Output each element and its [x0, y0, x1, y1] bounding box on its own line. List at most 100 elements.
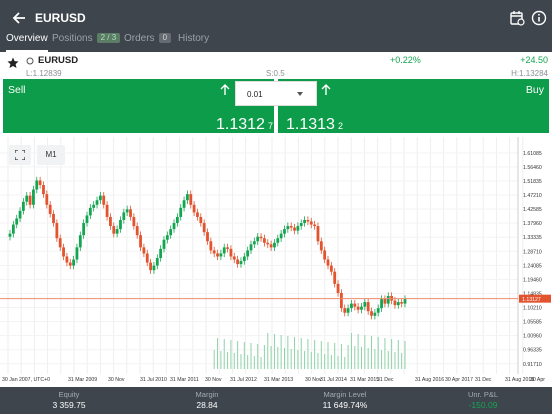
quantity-value: 0.01	[247, 90, 263, 99]
volume-bar	[310, 352, 312, 369]
x-tick-label: 31 Jul 2012	[230, 377, 257, 383]
candle	[400, 302, 404, 304]
candle	[196, 212, 199, 217]
margin-level-item: Margin Level 11 649.74%	[322, 390, 368, 410]
y-tick-label: 1.37960	[523, 221, 542, 227]
candle	[242, 256, 246, 262]
fullscreen-button[interactable]	[9, 145, 31, 165]
candle	[279, 233, 283, 239]
candle	[8, 233, 12, 237]
volume-bar	[317, 353, 319, 369]
candle	[376, 308, 380, 313]
candle	[319, 241, 323, 251]
volume-bar	[404, 341, 406, 369]
candle	[32, 189, 35, 205]
candle	[55, 223, 59, 239]
chevron-down-icon	[297, 92, 303, 96]
y-tick-label: 0.96335	[523, 348, 542, 354]
candle	[25, 195, 29, 202]
price-chart[interactable]: 1.61085 1.56460 1.51835 1.47210 1.42585 1.379…	[0, 137, 552, 387]
buy-arrow-icon	[321, 84, 331, 95]
candle	[309, 221, 313, 225]
calendar-icon[interactable]	[509, 10, 525, 26]
symbol-info-row: EURUSD +0.22% +24.50 L:1.12839 S:0.5 H:1…	[0, 52, 552, 79]
tab-history[interactable]: History	[178, 33, 209, 52]
candle	[266, 242, 270, 245]
orders-count-badge: 0	[158, 33, 172, 43]
candle	[232, 256, 236, 260]
candlestick-chart[interactable]: 1.61085 1.56460 1.51835 1.47210 1.42585 1.379…	[0, 137, 552, 387]
x-tick-label: 31 Dec	[377, 377, 394, 383]
candle	[236, 259, 240, 265]
market-status-icon	[26, 57, 34, 65]
candle	[356, 306, 360, 310]
volume-bar	[324, 354, 326, 369]
x-tick-label: 31 Mar 2009	[68, 377, 97, 383]
quantity-select[interactable]: 0.01	[235, 81, 317, 106]
candle	[82, 223, 86, 236]
volume-bar	[233, 353, 235, 369]
candle	[72, 259, 76, 266]
candle	[58, 238, 62, 248]
candle	[21, 201, 25, 211]
y-tick-label: 1.24085	[523, 263, 542, 269]
volume-bar	[394, 352, 396, 369]
candle	[206, 232, 209, 242]
top-bar: EURUSD Overview Positions 2 / 3 Orders 0 H…	[0, 0, 552, 52]
x-tick-label: 31 Mar 2011	[170, 377, 199, 383]
candle	[119, 219, 122, 230]
volume-bar	[391, 339, 393, 369]
x-tick-label: 31 Dec	[475, 377, 492, 383]
candle	[105, 204, 109, 217]
candle	[256, 236, 260, 242]
candle	[18, 210, 22, 219]
volume-bar	[213, 350, 215, 369]
candle	[98, 195, 102, 201]
volume-bar	[257, 344, 259, 369]
candle	[38, 180, 42, 186]
symbol-name: EURUSD	[38, 55, 79, 66]
candle	[273, 242, 276, 248]
candle	[246, 250, 250, 257]
volume-bar	[401, 353, 403, 369]
candle	[102, 195, 106, 205]
change-points: +24.50	[520, 55, 548, 65]
volume-bar	[250, 343, 252, 369]
volume-bar	[270, 346, 272, 369]
candle	[393, 300, 397, 306]
candle	[135, 226, 139, 236]
volume-bar	[237, 341, 239, 369]
timeframe-button[interactable]: M1	[37, 145, 65, 165]
candle	[115, 229, 119, 234]
x-tick-label: 30 Apr	[530, 377, 545, 383]
candle	[353, 303, 357, 307]
candle	[45, 194, 49, 205]
candle	[48, 204, 52, 214]
candle	[386, 296, 390, 304]
volume-bar	[344, 357, 346, 369]
volume-bar	[320, 341, 322, 369]
tab-orders[interactable]: Orders 0	[124, 33, 172, 52]
candle	[169, 229, 173, 236]
margin-item: Margin 28.84	[195, 390, 219, 410]
candle	[316, 226, 320, 242]
candle	[239, 261, 243, 265]
tab-overview[interactable]: Overview	[6, 33, 48, 52]
candle	[199, 216, 203, 224]
info-icon[interactable]	[531, 10, 547, 26]
current-price-label: 1.13127	[522, 297, 541, 303]
volume-bar	[387, 351, 389, 369]
candle	[370, 311, 373, 316]
tab-positions[interactable]: Positions 2 / 3	[52, 33, 121, 52]
page-title: EURUSD	[35, 11, 86, 25]
candle	[363, 302, 367, 307]
candle	[189, 194, 193, 205]
volume-bar	[263, 345, 265, 369]
candle	[403, 299, 407, 304]
back-arrow-icon[interactable]	[11, 10, 27, 26]
volume-bar	[354, 346, 356, 369]
star-icon[interactable]	[7, 57, 19, 69]
candle	[95, 200, 99, 205]
volume-bar	[297, 350, 299, 369]
volume-bar	[243, 342, 245, 369]
